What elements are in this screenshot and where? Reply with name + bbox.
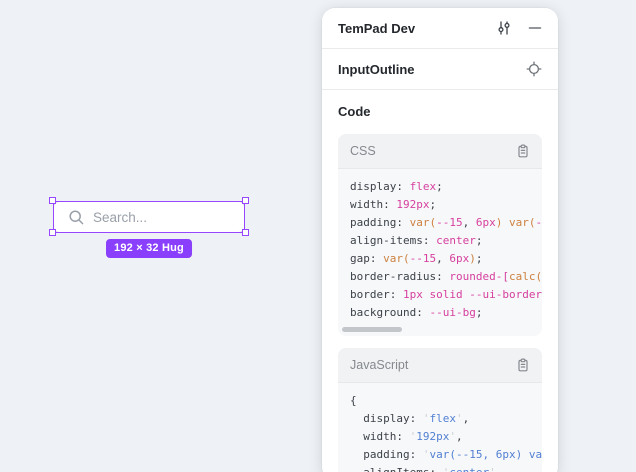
selection-handle-bottom-left[interactable] (49, 229, 56, 236)
panel-title: TemPad Dev (338, 21, 415, 36)
search-placeholder-text: Search... (93, 210, 147, 225)
search-input-element[interactable]: Search... (53, 201, 245, 233)
selection-handle-top-right[interactable] (242, 197, 249, 204)
size-badge: 192 × 32 Hug (106, 239, 192, 258)
javascript-code-block: JavaScript { display: 'flex', width: '19… (338, 348, 542, 472)
minimize-icon[interactable] (528, 21, 542, 35)
javascript-block-label: JavaScript (350, 358, 408, 372)
tempad-dev-plugin-panel: TemPad Dev InputOutline (322, 8, 558, 472)
sliders-icon[interactable] (496, 20, 512, 36)
component-name: InputOutline (338, 62, 415, 77)
locate-target-icon[interactable] (526, 61, 542, 77)
component-row: InputOutline (322, 49, 558, 90)
javascript-code: { display: 'flex', width: '192px', paddi… (338, 383, 542, 472)
css-block-label: CSS (350, 144, 376, 158)
selection-handle-top-left[interactable] (49, 197, 56, 204)
copy-clipboard-icon[interactable] (516, 358, 530, 372)
css-code-block: CSS display: flex;width: 192px;padding: … (338, 134, 542, 336)
panel-header: TemPad Dev (322, 8, 558, 49)
code-section-label: Code (338, 104, 371, 119)
copy-clipboard-icon[interactable] (516, 144, 530, 158)
magnifier-icon (68, 209, 85, 226)
css-code: display: flex;width: 192px;padding: var(… (338, 169, 542, 336)
horizontal-scrollbar[interactable] (342, 327, 402, 332)
selection-handle-bottom-right[interactable] (242, 229, 249, 236)
